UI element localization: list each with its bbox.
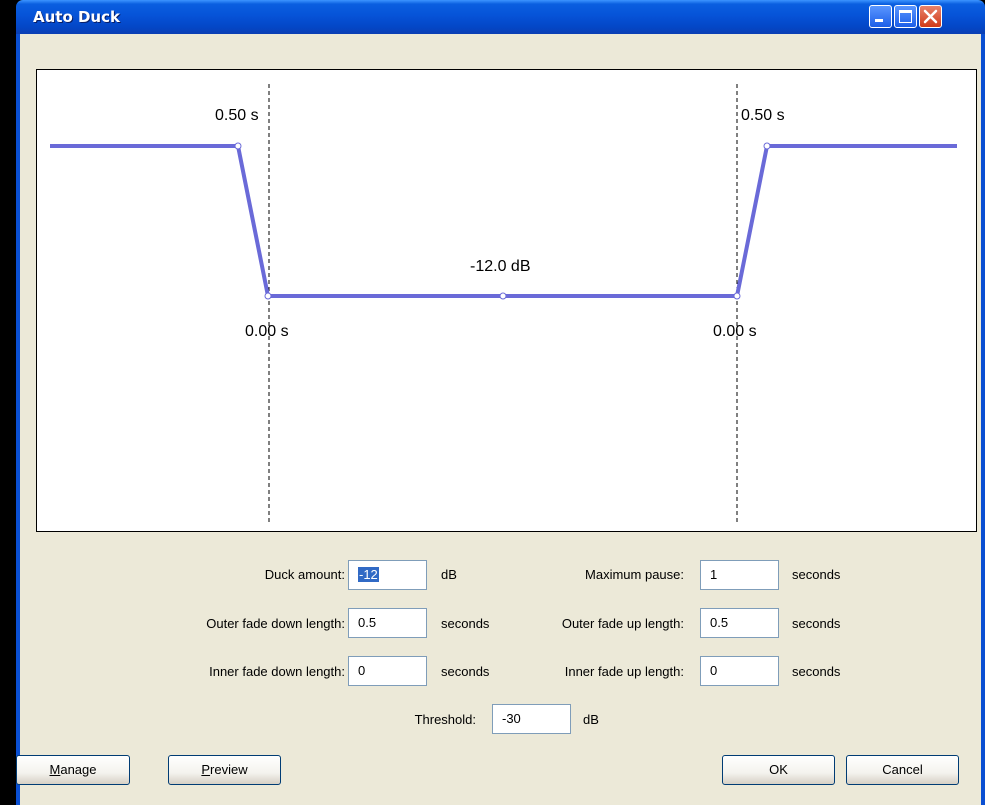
outer-fade-up-label: Outer fade up length: bbox=[561, 616, 684, 631]
preview-button-rest: review bbox=[210, 762, 248, 777]
threshold-unit: dB bbox=[583, 712, 599, 727]
inner-fade-up-label: Inner fade up length: bbox=[564, 664, 684, 679]
manage-button-face[interactable]: Manage bbox=[16, 755, 130, 785]
auto-duck-dialog: Auto Duck 0.50 s 0.50 s -12.0 dB 0.00 s … bbox=[16, 0, 985, 805]
maximum-pause-unit: seconds bbox=[792, 567, 841, 582]
maximum-pause-input[interactable]: 1 bbox=[700, 560, 779, 590]
duck-amount-label: Duck amount: bbox=[264, 567, 345, 582]
duck-envelope-graph[interactable]: 0.50 s 0.50 s -12.0 dB 0.00 s 0.00 s bbox=[36, 69, 977, 532]
minimize-button[interactable] bbox=[869, 5, 892, 28]
window-frame-right bbox=[981, 34, 985, 805]
fade-down-end-handle[interactable] bbox=[264, 292, 272, 300]
duck-amount-unit: dB bbox=[441, 567, 457, 582]
inner-fade-up-input[interactable]: 0 bbox=[700, 656, 779, 686]
duck-amount-input[interactable]: -12 bbox=[348, 560, 427, 590]
minimize-icon bbox=[875, 19, 883, 22]
fade-up-start-handle[interactable] bbox=[733, 292, 741, 300]
maximize-button[interactable] bbox=[894, 5, 917, 28]
outer-fade-up-input[interactable]: 0.5 bbox=[700, 608, 779, 638]
outer-fade-down-input[interactable]: 0.5 bbox=[348, 608, 427, 638]
preview-button-label: Preview bbox=[201, 762, 248, 777]
threshold-input[interactable]: -30 bbox=[492, 704, 571, 734]
manage-button-rest: anage bbox=[60, 762, 97, 777]
manage-button-label: Manage bbox=[49, 762, 97, 777]
fade-down-start-handle[interactable] bbox=[234, 142, 242, 150]
inner-fade-up-unit: seconds bbox=[792, 664, 841, 679]
threshold-label: Threshold: bbox=[414, 712, 476, 727]
close-button[interactable] bbox=[919, 5, 942, 28]
outer-fade-up-unit: seconds bbox=[792, 616, 841, 631]
duck-amount-value: -12 bbox=[358, 567, 379, 582]
outer-fade-up-graph-label: 0.50 s bbox=[741, 107, 785, 124]
fade-up-end-handle[interactable] bbox=[763, 142, 771, 150]
title-bar[interactable]: Auto Duck bbox=[16, 0, 985, 34]
inner-fade-down-input[interactable]: 0 bbox=[348, 656, 427, 686]
inner-fade-up-graph-label: 0.00 s bbox=[713, 323, 757, 340]
duck-amount-handle[interactable] bbox=[499, 292, 507, 300]
outer-fade-down-graph-label: 0.50 s bbox=[215, 107, 259, 124]
window-title: Auto Duck bbox=[33, 8, 120, 26]
inner-fade-down-graph-label: 0.00 s bbox=[245, 323, 289, 340]
maximize-icon bbox=[899, 10, 912, 23]
inner-fade-down-label: Inner fade down length: bbox=[209, 664, 345, 679]
outer-fade-down-unit: seconds bbox=[441, 616, 490, 631]
inner-fade-down-unit: seconds bbox=[441, 664, 490, 679]
ok-button[interactable]: OK bbox=[722, 755, 835, 785]
close-icon bbox=[923, 9, 938, 24]
outer-fade-down-label: Outer fade down length: bbox=[206, 616, 345, 631]
cancel-button[interactable]: Cancel bbox=[846, 755, 959, 785]
preview-button[interactable]: Preview bbox=[168, 755, 281, 785]
envelope-svg bbox=[50, 84, 957, 522]
maximum-pause-label: Maximum pause: bbox=[585, 567, 684, 582]
duck-amount-graph-label: -12.0 dB bbox=[470, 258, 531, 275]
